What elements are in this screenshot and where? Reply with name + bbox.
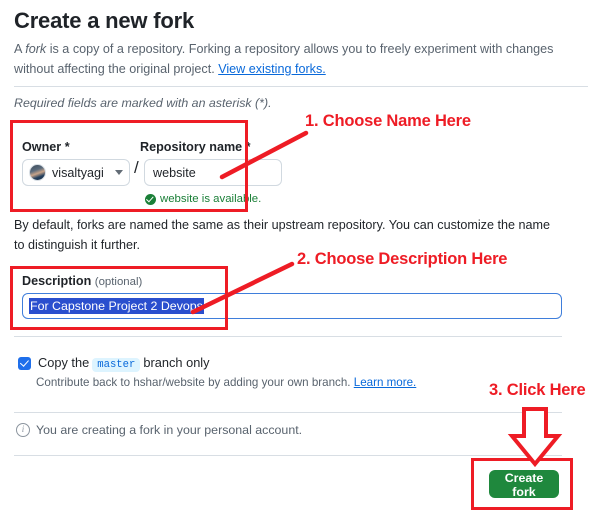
learn-more-link[interactable]: Learn more.	[354, 376, 417, 389]
copy-branch-label: Copy the master branch only	[38, 355, 210, 372]
annotation-step2-text: 2. Choose Description Here	[297, 250, 508, 268]
repository-availability: website is available.	[145, 193, 261, 205]
subtitle-italic-fork: fork	[25, 42, 47, 56]
copy-branch-checkbox[interactable]	[18, 356, 31, 370]
annotation-step3-text: 3. Click Here	[489, 381, 586, 399]
owner-select[interactable]: visaltyagi	[22, 159, 130, 186]
copy-branch-row[interactable]: Copy the master branch only	[18, 355, 210, 372]
description-input[interactable]: For Capstone Project 2 Devops	[22, 293, 562, 319]
chevron-down-icon	[115, 170, 123, 175]
copy-branch-text-before: Copy the	[38, 355, 90, 370]
repository-name-label: Repository name *	[140, 140, 251, 154]
subtitle-text-1: A	[14, 42, 26, 56]
copy-branch-sub-text: Contribute back to hshar/website by addi…	[36, 376, 351, 389]
description-label: Description (optional)	[22, 274, 142, 288]
create-fork-button[interactable]: Create fork	[489, 470, 559, 499]
repository-name-input[interactable]	[144, 159, 282, 186]
personal-account-note-text: You are creating a fork in your personal…	[36, 423, 303, 437]
owner-name: visaltyagi	[52, 165, 104, 180]
availability-text: website is available.	[160, 193, 262, 205]
copy-branch-sublabel: Contribute back to hshar/website by addi…	[36, 376, 416, 389]
create-fork-page: Create a new fork A fork is a copy of a …	[0, 0, 602, 520]
page-title: Create a new fork	[14, 8, 195, 33]
divider-top	[14, 86, 588, 87]
user-avatar	[29, 164, 46, 181]
personal-account-note: i You are creating a fork in your person…	[16, 423, 302, 437]
view-existing-forks-link[interactable]: View existing forks.	[218, 62, 326, 76]
description-optional-text: (optional)	[94, 276, 143, 288]
branch-name-pill: master	[92, 358, 141, 372]
copy-branch-text-after: branch only	[143, 355, 210, 370]
page-subtitle: A fork is a copy of a repository. Forkin…	[14, 40, 554, 79]
divider-middle	[14, 336, 562, 337]
required-fields-note: Required fields are marked with an aster…	[14, 96, 272, 110]
owner-label: Owner *	[22, 140, 70, 154]
check-circle-icon	[145, 193, 156, 205]
info-icon: i	[16, 423, 30, 437]
divider-bottom	[14, 455, 562, 456]
annotation-step1-text: 1. Choose Name Here	[305, 112, 471, 130]
divider-lower	[14, 412, 562, 413]
description-label-text: Description	[22, 274, 92, 288]
description-value: For Capstone Project 2 Devops	[29, 298, 204, 314]
path-separator: /	[134, 158, 139, 177]
